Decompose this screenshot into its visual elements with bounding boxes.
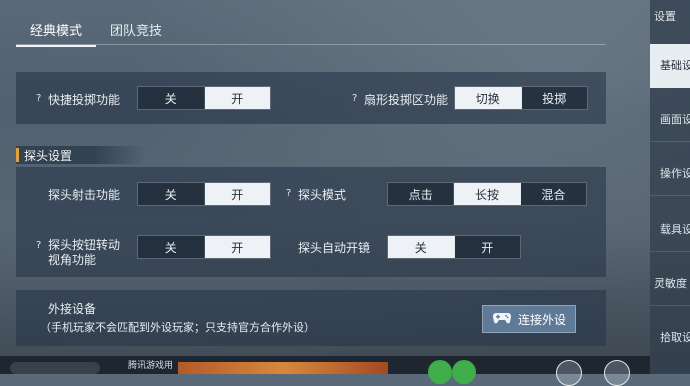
peek-fire-label: 探头射击功能	[48, 188, 121, 202]
peek-section-header: 探头设置	[16, 146, 146, 164]
peek-rotate-on-option[interactable]: 开	[204, 236, 270, 258]
section-accent-bar	[16, 148, 19, 162]
peek-auto-scope-toggle: 关 开	[387, 235, 521, 259]
peek-mode-selector: 点击 长按 混合	[387, 182, 587, 206]
external-device-title: 外接设备	[48, 302, 97, 316]
sidebar-item-graphics[interactable]: 画面设	[650, 98, 690, 142]
connect-external-device-label: 连接外设	[517, 312, 566, 327]
fan-throw-toggle: 切换 投掷	[454, 86, 588, 110]
bottom-left-control[interactable]	[10, 362, 100, 374]
sidebar-header: 设置	[654, 10, 676, 23]
footer-text: 腾讯游戏用	[128, 361, 174, 371]
sidebar-item-basic[interactable]: 基础设	[650, 44, 690, 88]
gamepad-icon	[492, 310, 512, 329]
sidebar-item-label: 灵敏度	[654, 277, 687, 290]
settings-sidebar: 设置 基础设 画面设 操作设 载具设 灵敏度 拾取设	[650, 0, 690, 374]
peek-auto-scope-on-option[interactable]: 开	[455, 236, 521, 258]
tab-team-battle[interactable]: 团队竞技	[96, 16, 176, 47]
peek-rotate-label-line2: 视角功能	[48, 253, 97, 267]
fan-throw-label: 扇形投掷区功能	[364, 93, 449, 107]
fan-throw-switch-option[interactable]: 切换	[455, 87, 522, 109]
sidebar-item-label: 画面设	[660, 113, 690, 126]
peek-fire-off-option[interactable]: 关	[138, 183, 205, 205]
circle-button-icon[interactable]	[556, 360, 582, 386]
peek-section-title: 探头设置	[24, 149, 73, 163]
sidebar-item-vehicle[interactable]: 载具设	[650, 208, 690, 252]
peek-mode-mixed-option[interactable]: 混合	[521, 183, 586, 205]
connect-external-device-button[interactable]: 连接外设	[482, 305, 576, 333]
quick-throw-off-option[interactable]: 关	[138, 87, 205, 109]
peek-fire-on-option[interactable]: 开	[204, 183, 270, 205]
sidebar-item-pickup[interactable]: 拾取设	[650, 316, 690, 360]
peek-rotate-off-option[interactable]: 关	[138, 236, 205, 258]
sidebar-item-label: 操作设	[660, 167, 690, 180]
tabs-divider	[16, 44, 606, 45]
peek-mode-tap-option[interactable]: 点击	[388, 183, 455, 205]
peek-mode-help-icon[interactable]: ?	[286, 188, 291, 199]
quick-throw-toggle: 关 开	[137, 86, 271, 110]
sidebar-item-label: 载具设	[660, 223, 690, 236]
sidebar-item-sensitivity[interactable]: 灵敏度	[650, 262, 690, 306]
mode-tabs: 经典模式 团队竞技	[16, 16, 176, 47]
sidebar-item-label: 拾取设	[660, 331, 690, 344]
fan-throw-help-icon[interactable]: ?	[352, 93, 357, 104]
peek-fire-toggle: 关 开	[137, 182, 271, 206]
peek-mode-hold-option[interactable]: 长按	[454, 183, 521, 205]
quick-throw-help-icon[interactable]: ?	[36, 93, 41, 104]
peek-auto-scope-off-option[interactable]: 关	[388, 236, 455, 258]
peek-auto-scope-label: 探头自动开镜	[298, 241, 371, 255]
peek-rotate-help-icon[interactable]: ?	[36, 240, 41, 251]
banner-image	[178, 362, 388, 374]
fan-throw-throw-option[interactable]: 投掷	[522, 87, 588, 109]
green-circle-icon[interactable]	[428, 360, 452, 384]
external-device-note: （手机玩家不会匹配到外设玩家；只支持官方合作外设）	[40, 321, 315, 334]
peek-mode-label: 探头模式	[298, 188, 347, 202]
sidebar-item-controls[interactable]: 操作设	[650, 152, 690, 196]
circle-button-icon[interactable]	[604, 360, 630, 386]
quick-throw-on-option[interactable]: 开	[204, 87, 270, 109]
quick-throw-label: 快捷投掷功能	[48, 93, 121, 107]
sidebar-item-label: 基础设	[660, 59, 690, 72]
green-circle-icon[interactable]	[452, 360, 476, 384]
peek-rotate-toggle: 关 开	[137, 235, 271, 259]
tab-classic-mode[interactable]: 经典模式	[16, 16, 97, 47]
